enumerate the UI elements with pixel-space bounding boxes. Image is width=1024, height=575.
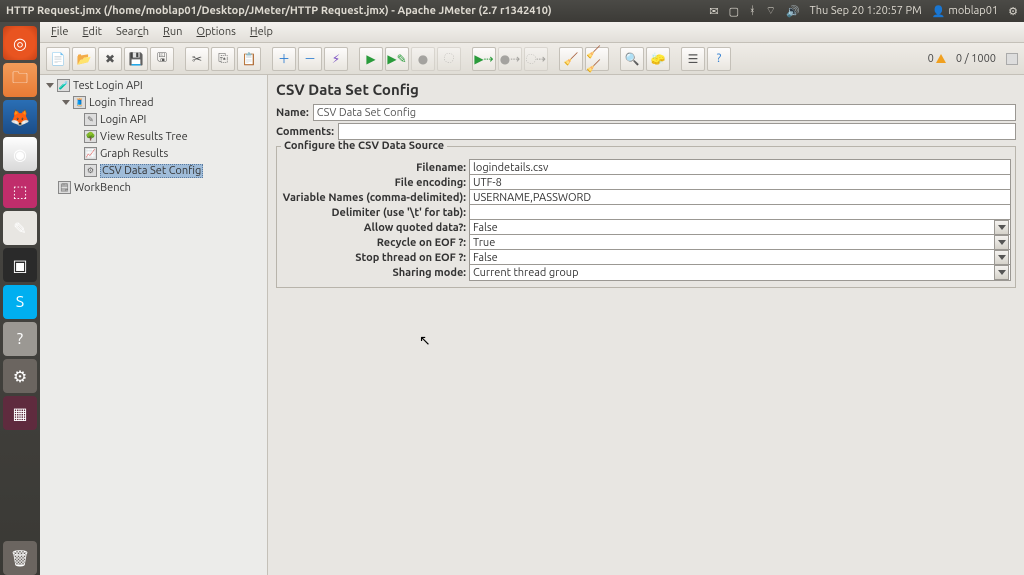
system-top-bar: HTTP Request.jmx (/home/moblap01/Desktop…: [0, 0, 1024, 22]
search-button[interactable]: 🔍: [620, 47, 644, 71]
system-status-area: ✉ ▢ ᚼ ⌔ 🔊 Thu Sep 20 1:20:57 PM 👤 moblap…: [709, 4, 1018, 18]
trash-icon[interactable]: 🗑: [3, 541, 37, 575]
menu-file[interactable]: File: [44, 24, 75, 40]
menu-bar: File Edit Search Run Options Help: [40, 22, 1024, 43]
skype-icon[interactable]: S: [3, 285, 37, 319]
paste-button[interactable]: 📋: [237, 47, 261, 71]
chrome-icon[interactable]: ◉: [3, 137, 37, 171]
battery-icon[interactable]: ▢: [729, 5, 739, 18]
chevron-down-icon[interactable]: [994, 220, 1009, 235]
stop-button[interactable]: ●: [411, 47, 435, 71]
app-icon-2[interactable]: ▦: [3, 396, 37, 430]
stop-label: Stop thread on EOF ?:: [281, 252, 469, 264]
help-button[interactable]: ?: [707, 47, 731, 71]
fieldset-legend: Configure the CSV Data Source: [281, 140, 447, 152]
new-button[interactable]: 📄: [46, 47, 70, 71]
menu-help[interactable]: Help: [243, 24, 280, 40]
menu-edit[interactable]: Edit: [75, 24, 109, 40]
app-icon-1[interactable]: ⬚: [3, 174, 37, 208]
thread-counter: 0 / 1000: [952, 53, 1000, 65]
toggle-button[interactable]: ⚡: [324, 47, 348, 71]
start-no-pause-button[interactable]: ▶✎: [385, 47, 409, 71]
status-indicator: [1006, 53, 1018, 65]
warning-icon: [936, 54, 946, 63]
comments-label: Comments:: [276, 126, 338, 138]
volume-icon[interactable]: 🔊: [786, 5, 800, 18]
remote-stop-button[interactable]: ●⇢: [498, 47, 522, 71]
function-helper-button[interactable]: ☰: [681, 47, 705, 71]
tree-item-csv-data-set[interactable]: ⚙CSV Data Set Config: [40, 162, 267, 179]
warning-counter: 0: [924, 53, 950, 65]
chevron-down-icon[interactable]: [994, 235, 1009, 250]
comments-input[interactable]: [338, 123, 1016, 140]
open-button[interactable]: 📂: [72, 47, 96, 71]
config-panel: CSV Data Set Config Name: Comments: Conf…: [268, 75, 1024, 575]
chevron-down-icon[interactable]: [994, 250, 1009, 265]
csv-config-fieldset: Configure the CSV Data Source Filename: …: [276, 146, 1016, 288]
delimiter-label: Delimiter (use '\t' for tab):: [281, 207, 469, 219]
settings-icon[interactable]: ⚙: [3, 359, 37, 393]
bluetooth-icon[interactable]: ᚼ: [749, 5, 756, 17]
clear-all-button[interactable]: 🧹🧹: [585, 47, 609, 71]
tree-root[interactable]: 🧪Test Login API: [40, 77, 267, 94]
copy-button[interactable]: ⎘: [211, 47, 235, 71]
remote-shutdown-button[interactable]: ◌⇢: [524, 47, 548, 71]
gear-icon[interactable]: ⚙: [1008, 5, 1018, 18]
toolbar: 📄 📂 ✖ 💾 🖫 ✂ ⎘ 📋 ＋ － ⚡ ▶ ▶✎ ● ◌ ▶⇢ ●⇢ ◌⇢ …: [40, 43, 1024, 75]
mail-icon[interactable]: ✉: [709, 5, 718, 18]
save-button[interactable]: 💾: [124, 47, 148, 71]
panel-title: CSV Data Set Config: [276, 81, 1016, 98]
remote-start-button[interactable]: ▶⇢: [472, 47, 496, 71]
name-label: Name:: [276, 107, 313, 119]
window-title: HTTP Request.jmx (/home/moblap01/Desktop…: [6, 5, 552, 17]
name-input[interactable]: [313, 104, 1016, 121]
firefox-icon[interactable]: 🦊: [3, 100, 37, 134]
dash-icon[interactable]: ◎: [3, 26, 37, 60]
help-icon[interactable]: ?: [3, 322, 37, 356]
tree-item-graph-results[interactable]: 📈Graph Results: [40, 145, 267, 162]
save-as-button[interactable]: 🖫: [150, 47, 174, 71]
clear-button[interactable]: 🧹: [559, 47, 583, 71]
ubuntu-launcher: ◎ 🗀 🦊 ◉ ⬚ ✎ ▣ S ? ⚙ ▦ 🗑: [0, 22, 40, 575]
quoted-label: Allow quoted data?:: [281, 222, 469, 234]
recycle-label: Recycle on EOF ?:: [281, 237, 469, 249]
terminal-icon[interactable]: ▣: [3, 248, 37, 282]
close-button[interactable]: ✖: [98, 47, 122, 71]
reset-search-button[interactable]: 🧽: [646, 47, 670, 71]
encoding-label: File encoding:: [281, 177, 469, 189]
cut-button[interactable]: ✂: [185, 47, 209, 71]
user-menu[interactable]: 👤 moblap01: [932, 5, 998, 18]
text-editor-icon[interactable]: ✎: [3, 211, 37, 245]
wifi-icon[interactable]: ⌔: [766, 4, 776, 18]
start-button[interactable]: ▶: [359, 47, 383, 71]
tree-workbench[interactable]: 🗒WorkBench: [40, 179, 267, 196]
menu-run[interactable]: Run: [156, 24, 189, 40]
menu-search[interactable]: Search: [109, 24, 156, 40]
sharing-label: Sharing mode:: [281, 267, 469, 279]
clock[interactable]: Thu Sep 20 1:20:57 PM: [810, 5, 922, 17]
menu-options[interactable]: Options: [189, 24, 242, 40]
test-plan-tree[interactable]: 🧪Test Login API 🧵Login Thread ✎Login API…: [40, 75, 268, 575]
shutdown-button[interactable]: ◌: [437, 47, 461, 71]
tree-item-login-api[interactable]: ✎Login API: [40, 111, 267, 128]
expand-button[interactable]: ＋: [272, 47, 296, 71]
varnames-label: Variable Names (comma-delimited):: [281, 192, 469, 204]
tree-thread-group[interactable]: 🧵Login Thread: [40, 94, 267, 111]
collapse-button[interactable]: －: [298, 47, 322, 71]
filename-label: Filename:: [281, 162, 469, 174]
jmeter-window: File Edit Search Run Options Help 📄 📂 ✖ …: [40, 22, 1024, 575]
chevron-down-icon[interactable]: [994, 265, 1009, 280]
tree-item-view-results[interactable]: 🌳View Results Tree: [40, 128, 267, 145]
files-icon[interactable]: 🗀: [3, 63, 37, 97]
sharing-combo[interactable]: Current thread group: [469, 264, 1011, 281]
